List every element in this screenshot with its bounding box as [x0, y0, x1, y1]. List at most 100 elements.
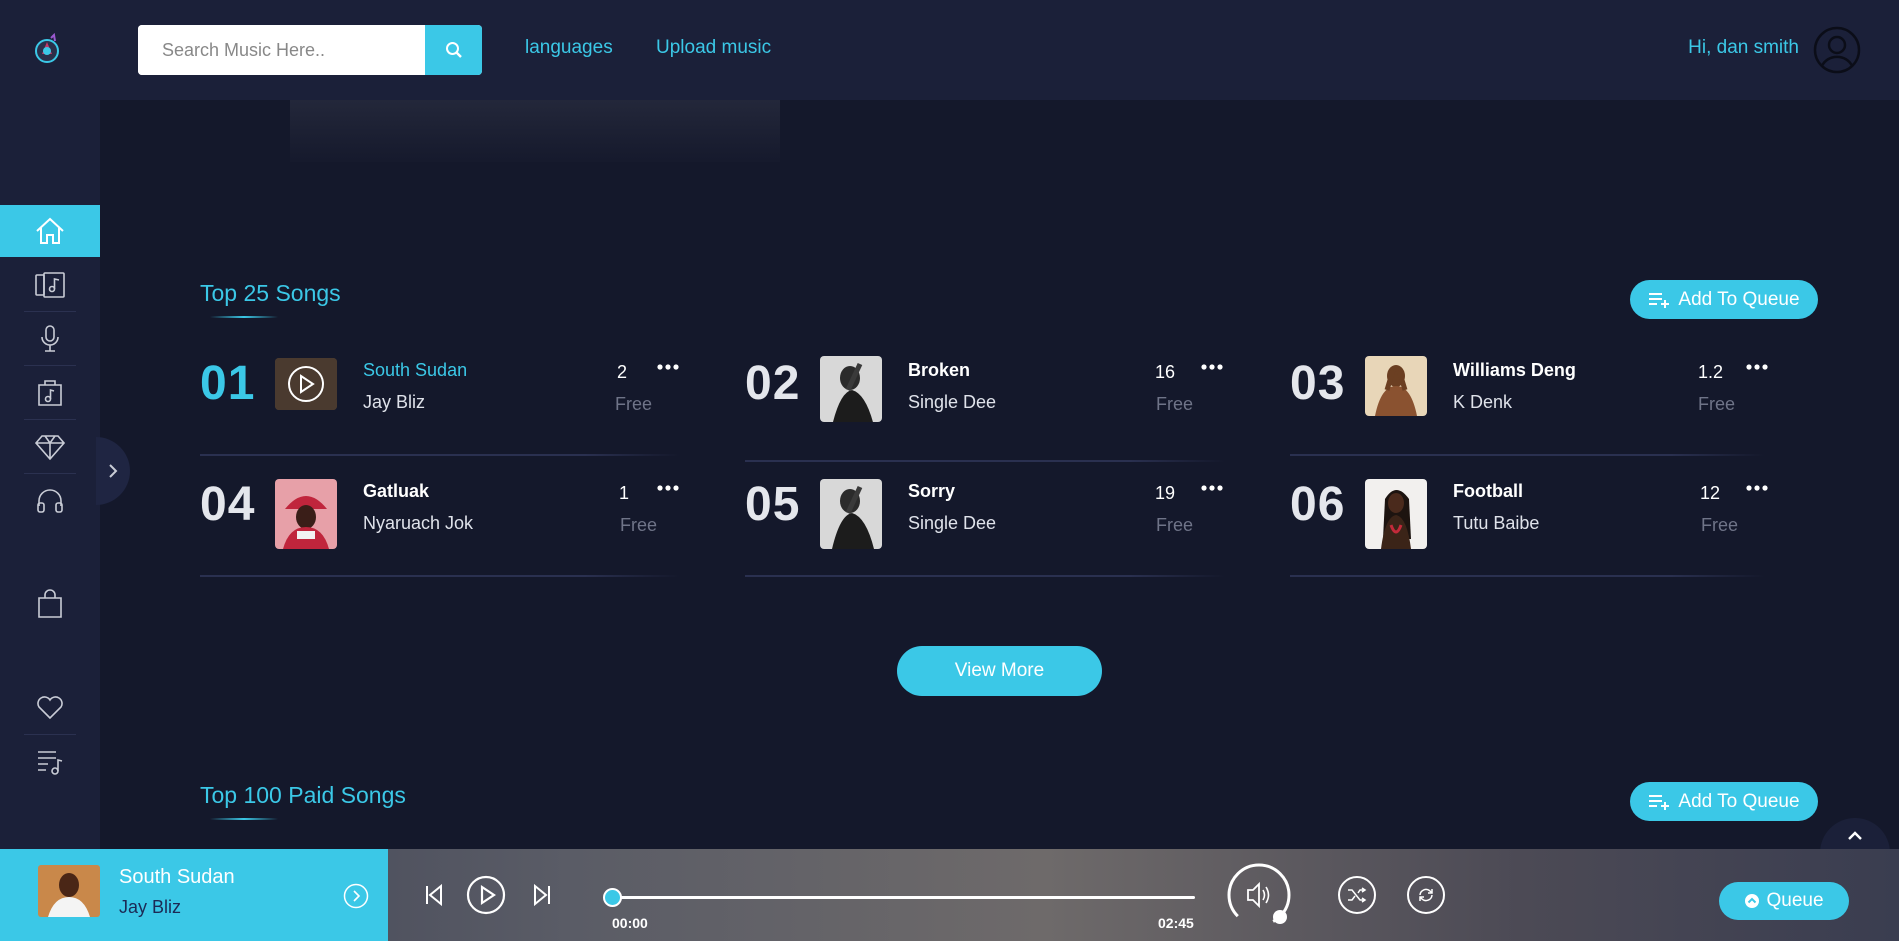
song-thumbnail[interactable]: [275, 479, 337, 549]
album-art: [38, 865, 100, 917]
more-options-icon[interactable]: [1201, 483, 1223, 493]
song-item[interactable]: 06 Football Tutu Baibe 12 Free: [1290, 465, 1775, 577]
song-artist[interactable]: Jay Bliz: [363, 392, 425, 413]
sidebar-item-genres[interactable]: [0, 367, 100, 419]
song-divider: [745, 575, 1225, 577]
more-options-icon[interactable]: [657, 362, 679, 372]
chevron-right-circle-icon[interactable]: [343, 883, 369, 909]
album-art: [1365, 479, 1427, 549]
sidebar-item-albums[interactable]: [0, 259, 100, 311]
song-play-count: 19: [1155, 483, 1176, 503]
song-thumbnail[interactable]: [1365, 479, 1427, 549]
next-track-button[interactable]: [532, 884, 552, 906]
user-avatar-icon[interactable]: [1813, 26, 1861, 74]
search-input[interactable]: [138, 25, 425, 75]
more-options-icon[interactable]: [1746, 483, 1768, 493]
sidebar-expand-button[interactable]: [96, 437, 130, 505]
skip-next-icon: [534, 884, 550, 906]
song-artist[interactable]: Nyaruach Jok: [363, 513, 473, 534]
sidebar-item-artists[interactable]: [0, 313, 100, 365]
song-rank: 02: [745, 357, 801, 410]
progress-handle[interactable]: [603, 888, 622, 907]
playlist-icon: [38, 751, 63, 775]
play-button[interactable]: [466, 875, 506, 915]
section-title-underline: [210, 818, 278, 820]
song-item[interactable]: 02 Broken Single Dee 16 Free: [745, 344, 1230, 462]
queue-button[interactable]: Queue: [1719, 882, 1849, 920]
chevron-up-icon: [1848, 831, 1862, 840]
song-play-count: 16: [1155, 362, 1176, 382]
add-to-queue-label: Add To Queue: [1678, 790, 1800, 812]
shopping-bag-icon: [38, 589, 62, 618]
song-artist[interactable]: K Denk: [1453, 392, 1512, 413]
song-price: Free: [1156, 515, 1194, 535]
shuffle-button[interactable]: [1338, 876, 1376, 914]
add-to-queue-button[interactable]: Add To Queue: [1630, 782, 1818, 821]
volume-control[interactable]: [1226, 862, 1292, 928]
nav-upload-music-link[interactable]: Upload music: [656, 37, 771, 59]
sidebar-item-playlists[interactable]: [0, 736, 100, 788]
section-title-underline: [210, 316, 278, 318]
queue-label: Queue: [1766, 890, 1824, 911]
sidebar-item-favourites[interactable]: [0, 682, 100, 734]
album-art: [820, 479, 882, 549]
nav-languages-link[interactable]: languages: [525, 37, 613, 59]
album-art: [820, 356, 882, 422]
previous-track-button[interactable]: [424, 884, 444, 906]
song-thumbnail[interactable]: [1365, 356, 1427, 416]
song-rank: 05: [745, 478, 801, 531]
song-price: Free: [1156, 394, 1194, 414]
sidebar-item-home[interactable]: [0, 205, 100, 257]
volume-icon: [1247, 881, 1270, 909]
sidebar-item-store[interactable]: [0, 578, 100, 630]
song-divider: [200, 575, 680, 577]
song-item[interactable]: 04 Gatluak Nyaruach Jok 1 Free: [200, 465, 685, 577]
song-play-count: 12: [1700, 483, 1721, 503]
user-greeting[interactable]: Hi, dan smith: [1688, 37, 1799, 59]
song-divider: [200, 454, 680, 456]
repeat-icon: [1419, 888, 1433, 902]
song-title[interactable]: Broken: [908, 360, 970, 381]
section-title-top25: Top 25 Songs: [200, 280, 341, 306]
search-button[interactable]: [425, 25, 482, 75]
more-options-icon[interactable]: [1201, 362, 1223, 372]
time-current: 00:00: [612, 915, 648, 931]
song-artist[interactable]: Single Dee: [908, 392, 996, 413]
song-title[interactable]: Gatluak: [363, 481, 429, 502]
more-options-icon[interactable]: [1746, 362, 1768, 372]
add-to-queue-label: Add To Queue: [1678, 288, 1800, 310]
sidebar-item-podcasts[interactable]: [0, 475, 100, 527]
diamond-icon: [35, 435, 65, 460]
microphone-icon: [41, 325, 59, 352]
song-thumbnail[interactable]: [275, 358, 337, 410]
song-divider: [1290, 575, 1765, 577]
search-icon: [445, 42, 462, 58]
albums-icon: [35, 272, 65, 298]
play-circle-icon[interactable]: [275, 358, 337, 410]
song-title[interactable]: Williams Deng: [1453, 360, 1576, 381]
song-thumbnail[interactable]: [820, 356, 882, 422]
view-more-button[interactable]: View More: [897, 646, 1102, 696]
song-thumbnail[interactable]: [820, 479, 882, 549]
repeat-button[interactable]: [1407, 876, 1445, 914]
progress-track[interactable]: [612, 896, 1195, 899]
song-title[interactable]: South Sudan: [363, 360, 467, 381]
now-playing-title: South Sudan: [119, 866, 235, 888]
song-item[interactable]: 03 Williams Deng K Denk 1.2 Free: [1290, 344, 1775, 456]
song-artist[interactable]: Tutu Baibe: [1453, 513, 1539, 534]
song-rank: 04: [200, 478, 256, 531]
album-art: [275, 479, 337, 549]
sidebar-item-premium[interactable]: [0, 421, 100, 473]
shuffle-icon: [1348, 887, 1367, 903]
song-item[interactable]: 01 South Sudan Jay Bliz 2 Free: [200, 344, 685, 456]
song-title[interactable]: Sorry: [908, 481, 955, 502]
app-logo[interactable]: [30, 32, 64, 66]
song-title[interactable]: Football: [1453, 481, 1523, 502]
chevron-up-circle-icon: [1745, 894, 1760, 908]
song-artist[interactable]: Single Dee: [908, 513, 996, 534]
add-to-queue-button[interactable]: Add To Queue: [1630, 280, 1818, 319]
more-options-icon[interactable]: [657, 483, 679, 493]
audio-player: South Sudan Jay Bliz 00:00 02:45 Queue: [0, 849, 1899, 941]
song-item[interactable]: 05 Sorry Single Dee 19 Free: [745, 465, 1230, 577]
song-price: Free: [1698, 394, 1736, 414]
